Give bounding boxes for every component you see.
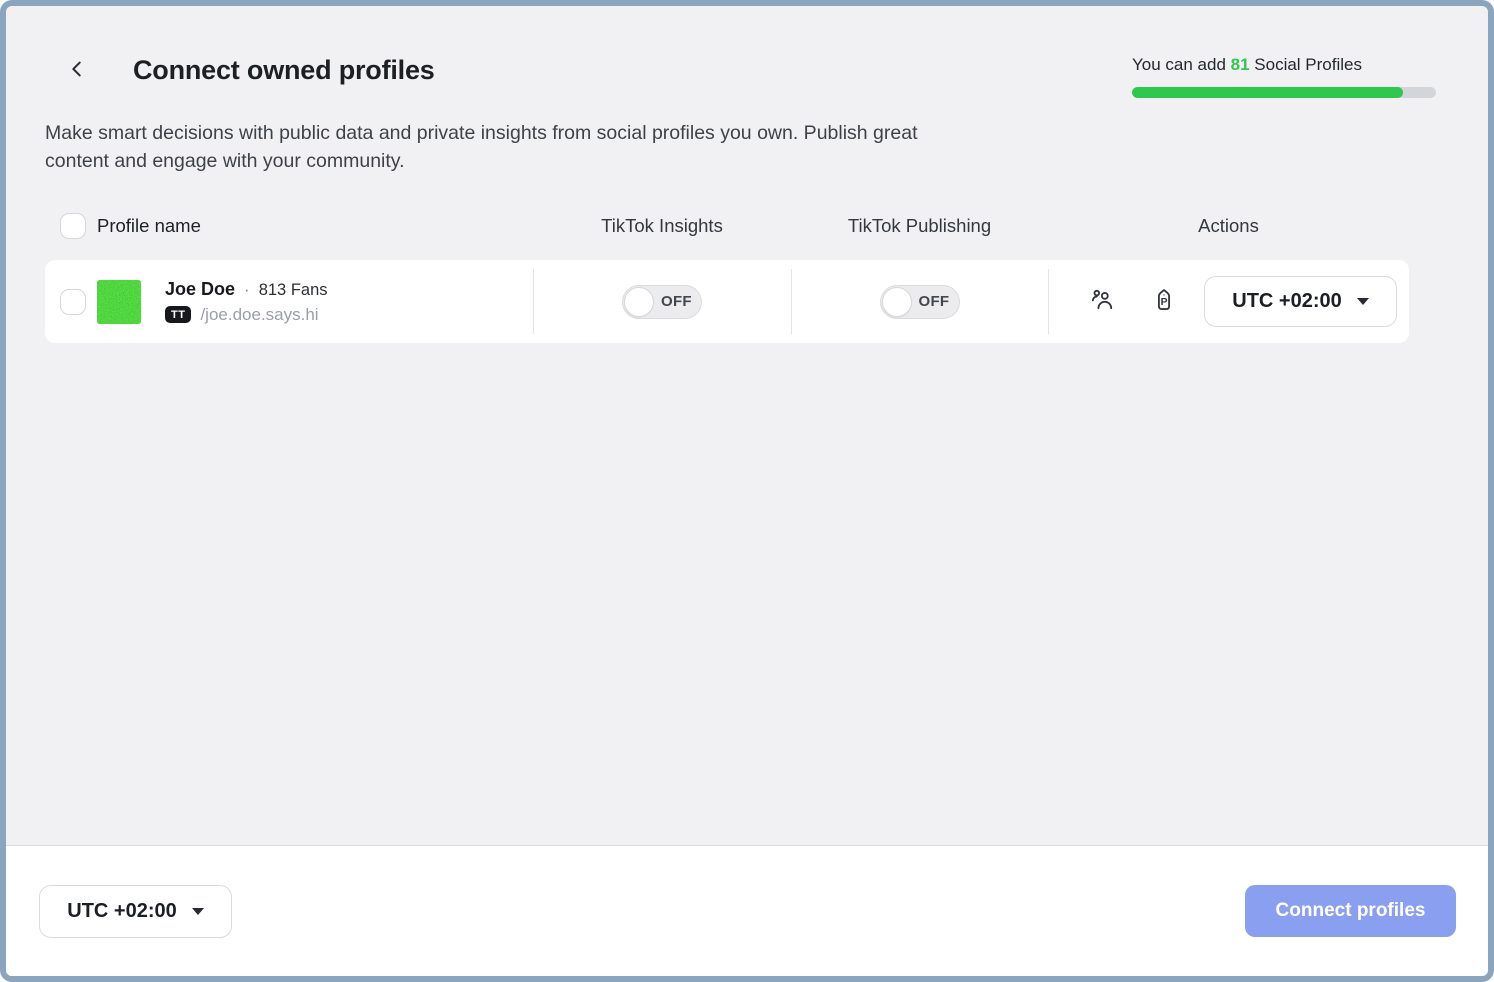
header-cell-profile: Profile name bbox=[45, 213, 533, 239]
column-label-tiktok-publishing: TikTok Publishing bbox=[848, 215, 991, 236]
svg-text:P: P bbox=[1161, 297, 1168, 308]
toggle-state-label: OFF bbox=[919, 293, 950, 310]
row-cell-insights: OFF bbox=[533, 285, 791, 319]
select-all-checkbox[interactable] bbox=[60, 213, 86, 239]
profile-label-tag-icon: P bbox=[1151, 287, 1177, 316]
back-button[interactable] bbox=[61, 54, 93, 86]
column-divider bbox=[791, 269, 792, 334]
chevron-left-icon bbox=[66, 58, 88, 83]
header-cell-actions: Actions bbox=[1048, 215, 1409, 237]
column-label-actions: Actions bbox=[1198, 215, 1259, 236]
column-label-profile-name: Profile name bbox=[97, 215, 201, 237]
table-header: Profile name TikTok Insights TikTok Publ… bbox=[45, 213, 1409, 239]
chevron-down-icon bbox=[1357, 298, 1369, 305]
page-description: Make smart decisions with public data an… bbox=[45, 119, 985, 175]
timezone-value: UTC +02:00 bbox=[67, 900, 177, 923]
row-cell-actions: P UTC +02:00 bbox=[1048, 276, 1409, 327]
chevron-down-icon bbox=[192, 908, 204, 915]
profile-name: Joe Doe bbox=[165, 279, 235, 300]
dot-separator: · bbox=[244, 280, 250, 300]
header-cell-insights: TikTok Insights bbox=[533, 215, 791, 237]
row-checkbox[interactable] bbox=[60, 289, 86, 315]
connect-profiles-button[interactable]: Connect profiles bbox=[1245, 885, 1456, 937]
column-divider bbox=[533, 269, 534, 334]
footer-bar: UTC +02:00 Connect profiles bbox=[6, 845, 1488, 976]
profile-row: Joe Doe · 813 Fans TT /joe.doe.says.hi O… bbox=[45, 260, 1409, 343]
profile-avatar bbox=[97, 280, 141, 324]
timezone-value: UTC +02:00 bbox=[1232, 290, 1342, 313]
profile-labels-button[interactable]: P bbox=[1151, 287, 1177, 316]
capacity-indicator: You can add 81 Social Profiles bbox=[1132, 55, 1436, 98]
footer-timezone-dropdown[interactable]: UTC +02:00 bbox=[39, 885, 232, 938]
manage-users-button[interactable] bbox=[1089, 287, 1115, 316]
tiktok-insights-toggle[interactable]: OFF bbox=[622, 285, 702, 319]
capacity-progress-bar bbox=[1132, 87, 1436, 98]
capacity-count: 81 bbox=[1231, 55, 1250, 74]
toggle-state-label: OFF bbox=[661, 293, 692, 310]
row-cell-profile: Joe Doe · 813 Fans TT /joe.doe.says.hi bbox=[45, 279, 533, 325]
tiktok-publishing-toggle[interactable]: OFF bbox=[880, 285, 960, 319]
row-cell-publishing: OFF bbox=[791, 285, 1048, 319]
toggle-knob bbox=[624, 287, 654, 317]
capacity-text: You can add 81 Social Profiles bbox=[1132, 55, 1436, 75]
toggle-knob bbox=[882, 287, 912, 317]
column-divider bbox=[1048, 269, 1049, 334]
fans-count: 813 Fans bbox=[259, 281, 328, 300]
profile-handle: /joe.doe.says.hi bbox=[200, 305, 318, 325]
users-icon bbox=[1089, 287, 1115, 316]
tiktok-network-badge: TT bbox=[165, 306, 191, 324]
page-title: Connect owned profiles bbox=[133, 55, 435, 86]
connect-owned-profiles-dialog: Connect owned profiles You can add 81 So… bbox=[0, 0, 1494, 982]
column-label-tiktok-insights: TikTok Insights bbox=[601, 215, 723, 236]
profile-info: Joe Doe · 813 Fans TT /joe.doe.says.hi bbox=[165, 279, 328, 325]
header-cell-publishing: TikTok Publishing bbox=[791, 215, 1048, 237]
row-timezone-dropdown[interactable]: UTC +02:00 bbox=[1204, 276, 1397, 327]
progress-fill bbox=[1132, 87, 1403, 98]
